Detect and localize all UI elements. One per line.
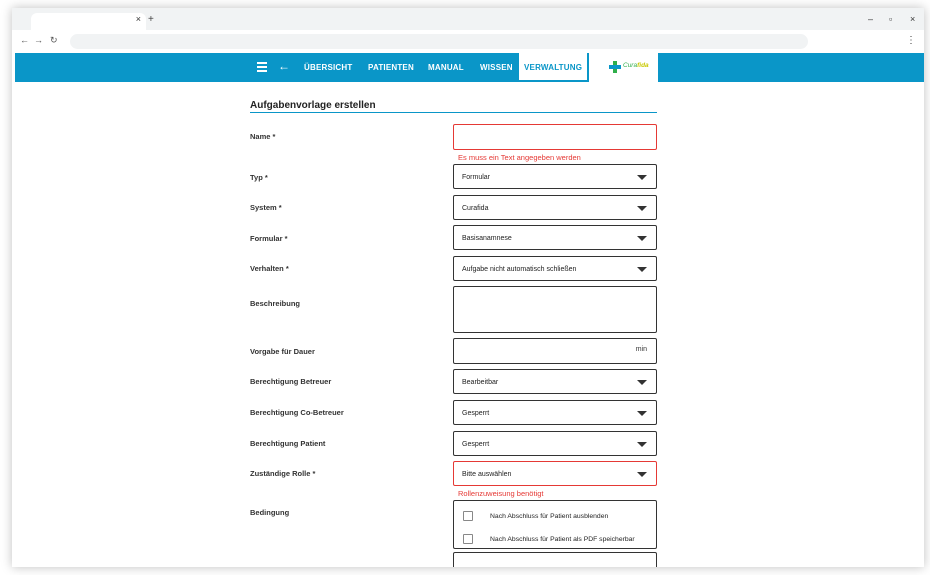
nav-item-uebersicht[interactable]: ÜBERSICHT [304,53,352,82]
betreuer-label: Berechtigung Betreuer [250,377,332,386]
tab-strip: × + – ▫ × [12,8,924,30]
url-bar[interactable] [70,34,808,49]
next-field-partial[interactable] [453,552,657,567]
reload-icon[interactable]: ↻ [50,35,58,46]
chevron-down-icon [637,472,647,477]
back-arrow-icon[interactable]: ← [278,59,290,73]
typ-label: Typ * [250,173,268,182]
name-error: Es muss ein Text angegeben werden [458,153,581,162]
bedingung-label: Bedingung [250,508,290,517]
betreuer-select[interactable]: Bearbeitbar [453,369,657,394]
dauer-label: Vorgabe für Dauer [250,347,315,356]
verhalten-select[interactable]: Aufgabe nicht automatisch schließen [453,256,657,281]
page-title: Aufgabenvorlage erstellen [250,100,376,111]
typ-select[interactable]: Formular [453,164,657,189]
beschreibung-textarea[interactable] [453,286,657,333]
browser-window: × + – ▫ × ← → ↻ ⋮ ← ÜBERSICHT PATIENTEN … [12,8,924,567]
hamburger-menu-icon[interactable] [257,62,267,72]
co-betreuer-label: Berechtigung Co-Betreuer [250,408,344,417]
beschreibung-label: Beschreibung [250,299,301,308]
chevron-down-icon [637,411,647,416]
new-tab-icon[interactable]: + [148,14,154,25]
nav-item-patienten[interactable]: PATIENTEN [368,53,414,82]
name-input[interactable] [453,124,657,150]
chevron-down-icon [637,206,647,211]
back-nav-icon[interactable]: ← [20,35,29,45]
chevron-down-icon [637,380,647,385]
formular-select[interactable]: Basisanamnese [453,225,657,250]
chevron-down-icon [637,267,647,272]
co-betreuer-select[interactable]: Gesperrt [453,400,657,425]
browser-menu-icon[interactable]: ⋮ [906,35,916,46]
logo-text-2: fida [637,62,649,69]
system-select[interactable]: Curafida [453,195,657,220]
formular-label: Formular * [250,234,288,243]
nav-item-manual[interactable]: MANUAL [428,53,464,82]
logo-cross-icon [609,61,621,73]
rolle-error: Rollenzuweisung benötigt [458,489,544,498]
rolle-label: Zuständige Rolle * [250,469,316,478]
app-nav-bar: ← ÜBERSICHT PATIENTEN MANUAL WISSEN VERW… [15,53,924,82]
curafida-logo[interactable]: Curafida [589,53,658,82]
address-row: ← → ↻ ⋮ [12,30,924,53]
restore-icon[interactable]: ▫ [889,14,892,24]
checkbox[interactable] [463,534,473,544]
rolle-select[interactable]: Bitte auswählen [453,461,657,486]
close-window-icon[interactable]: × [910,14,915,24]
checkbox[interactable] [463,511,473,521]
verhalten-label: Verhalten * [250,264,289,273]
chevron-down-icon [637,442,647,447]
logo-text: Cura [623,62,638,69]
forward-nav-icon[interactable]: → [34,35,43,45]
patient-select[interactable]: Gesperrt [453,431,657,456]
bedingung-panel: Nach Abschluss für Patient ausblenden Na… [453,500,657,549]
nav-item-verwaltung[interactable]: VERWALTUNG [519,53,588,82]
chevron-down-icon [637,175,647,180]
name-label: Name * [250,132,276,141]
minimize-icon[interactable]: – [868,14,873,24]
condition-label: Nach Abschluss für Patient als PDF speic… [490,536,635,543]
condition-label: Nach Abschluss für Patient ausblenden [490,513,609,520]
dauer-input[interactable]: min [453,338,657,364]
dauer-unit: min [635,346,647,353]
main-content: Aufgabenvorlage erstellen Name * Es muss… [12,82,924,567]
tab-close-icon[interactable]: × [136,14,141,24]
system-label: System * [250,203,282,212]
title-divider [250,112,657,113]
nav-item-wissen[interactable]: WISSEN [480,53,513,82]
browser-tab[interactable]: × [31,13,146,30]
patient-label: Berechtigung Patient [250,439,326,448]
chevron-down-icon [637,236,647,241]
